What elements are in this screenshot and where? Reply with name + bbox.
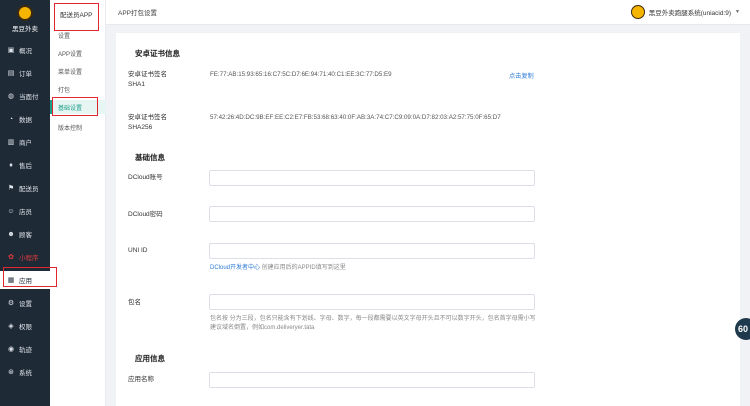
sidebar-item-label: 小程序	[19, 255, 39, 262]
sidebar-item-label: 店员	[19, 209, 32, 216]
settings-icon: ⚙	[7, 300, 15, 307]
sidebar-item-customer[interactable]: ☻ 顾客	[0, 225, 50, 243]
sidebar-item-after-sales[interactable]: ♦ 售后	[0, 156, 50, 174]
floating-badge[interactable]: 60	[735, 318, 750, 340]
dcloud-password-label: DCloud密码	[128, 211, 163, 218]
settings-form: 安卓证书信息 安卓证书签名 SHA1 FE:77:AB:15:93:65:16:…	[116, 33, 740, 406]
uniid-hint-text: 创建应用后的APPID填写到这里	[260, 265, 346, 271]
sidebar-item-label: 应用	[19, 278, 32, 285]
sidebar-item-miniprogram[interactable]: ✿ 小程序	[0, 248, 50, 266]
sha256-label: 安卓证书签名 SHA256	[128, 113, 167, 133]
uniid-label: UNI ID	[128, 247, 148, 254]
sidebar-item-payment[interactable]: ◍ 当面付	[0, 87, 50, 105]
subnav-item-settings[interactable]: 设置	[50, 28, 106, 42]
sha1-value: FE:77:AB:15:93:65:16:C7:5C:D7:6E:94:71:4…	[210, 71, 392, 78]
sidebar-item-label: 订单	[19, 71, 32, 78]
sidebar-item-permission[interactable]: ◈ 权限	[0, 317, 50, 335]
sidebar-item-delivery[interactable]: ⚑ 配送员	[0, 179, 50, 197]
uniid-input[interactable]	[209, 243, 535, 259]
subnav-item-basic-settings[interactable]: 基础设置	[50, 100, 106, 114]
subnav-item-menu-settings[interactable]: 菜单设置	[50, 64, 106, 78]
package-name-input[interactable]	[209, 294, 535, 310]
app-name-input[interactable]	[209, 372, 535, 388]
sidebar-item-clerk[interactable]: ☺ 店员	[0, 202, 50, 220]
uniid-hint: DCloud开发者中心 创建应用后的APPID填写到这里	[210, 264, 540, 273]
dashboard-icon: ▣	[7, 47, 15, 54]
package-hint: 包名按 分为三段，包名只能含有下划线、字母、数字，每一段都需要以英文字母开头且不…	[210, 316, 536, 331]
sidebar-item-label: 商户	[19, 140, 32, 147]
avatar	[630, 5, 645, 19]
package-label: 包名	[128, 299, 141, 306]
dcloud-developer-center-link[interactable]: DCloud开发者中心	[210, 265, 260, 271]
section-android-cert: 安卓证书信息	[135, 49, 180, 58]
data-icon: ◔	[8, 115, 14, 123]
page-title: APP打包设置	[118, 10, 158, 17]
brand-name: 黑豆外卖	[12, 26, 38, 33]
section-basic-info: 基础信息	[135, 153, 165, 162]
miniprogram-icon: ✿	[8, 254, 14, 261]
sidebar-item-label: 售后	[19, 163, 32, 170]
sha256-label-line1: 安卓证书签名	[128, 114, 167, 121]
sidebar-item-label: 数据	[19, 117, 32, 124]
main-sidebar: 黑豆外卖 ▣ 概况 ▤ 订单 ◍ 当面付 ◔ 数据 ▥ 商户 ♦ 售后 ⚑ 配送…	[0, 0, 50, 406]
sidebar-item-label: 概况	[19, 48, 32, 55]
subnav-item-app-settings[interactable]: APP设置	[50, 46, 106, 60]
chevron-down-icon: ▼	[735, 9, 740, 15]
after-sales-icon: ♦	[9, 161, 13, 169]
customer-icon: ☻	[7, 230, 15, 238]
sidebar-item-label: 当面付	[19, 94, 39, 101]
apps-icon: ▦	[7, 277, 15, 284]
app-name-label: 应用名称	[128, 376, 154, 383]
system-icon: ⊛	[8, 369, 14, 376]
sidebar-item-label: 配送员	[19, 186, 39, 193]
sidebar-item-merchant[interactable]: ▥ 商户	[0, 133, 50, 151]
sha256-label-line2: SHA256	[128, 124, 153, 131]
sidebar-item-system[interactable]: ⊛ 系统	[0, 363, 50, 381]
order-icon: ▤	[7, 70, 15, 77]
brand[interactable]: 黑豆外卖	[0, 0, 50, 38]
payment-icon: ◍	[7, 93, 15, 100]
dcloud-password-input[interactable]	[209, 206, 535, 222]
dcloud-account-input[interactable]	[209, 170, 535, 186]
sha1-label-line2: SHA1	[128, 81, 145, 88]
sidebar-item-label: 轨迹	[19, 347, 32, 354]
sidebar-item-data[interactable]: ◔ 数据	[0, 110, 50, 128]
sub-sidebar: 配送员APP 设置 APP设置 菜单设置 打包 基础设置 版本控制	[50, 0, 106, 406]
permission-icon: ◈	[8, 323, 14, 330]
sha256-value: 57:42:26:4D:DC:9B:EF:EE:C2:E7:FB:53:68:6…	[210, 114, 501, 121]
subnav-item-package[interactable]: 打包	[50, 82, 106, 96]
track-icon: ◉	[7, 346, 15, 353]
sidebar-item-track[interactable]: ◉ 轨迹	[0, 340, 50, 358]
top-header: APP打包设置 黑豆外卖跑腿系统(uniacid:9) ▼	[106, 0, 750, 25]
user-name: 黑豆外卖跑腿系统(uniacid:9)	[648, 10, 732, 17]
sidebar-item-label: 系统	[19, 370, 32, 377]
clerk-icon: ☺	[7, 207, 15, 215]
brand-logo	[17, 5, 33, 21]
store-icon: ▥	[7, 139, 15, 146]
subnav-item-version-control[interactable]: 版本控制	[50, 120, 106, 134]
dcloud-account-label: DCloud账号	[128, 174, 163, 181]
sidebar-item-label: 权限	[19, 324, 32, 331]
subnav-title[interactable]: 配送员APP	[60, 9, 93, 19]
sidebar-item-overview[interactable]: ▣ 概况	[0, 41, 50, 59]
sidebar-item-orders[interactable]: ▤ 订单	[0, 64, 50, 82]
section-app-info: 应用信息	[135, 354, 165, 363]
delivery-icon: ⚑	[7, 185, 15, 192]
user-menu[interactable]: 黑豆外卖跑腿系统(uniacid:9) ▼	[630, 5, 740, 19]
copy-sha1-link[interactable]: 点击复制	[509, 71, 534, 80]
sidebar-item-settings[interactable]: ⚙ 设置	[0, 294, 50, 312]
sidebar-item-apps[interactable]: ▦ 应用	[0, 271, 50, 289]
sidebar-item-label: 顾客	[19, 232, 32, 239]
sha1-label: 安卓证书签名 SHA1	[128, 70, 167, 90]
sidebar-item-label: 设置	[19, 301, 32, 308]
sha1-label-line1: 安卓证书签名	[128, 71, 167, 78]
